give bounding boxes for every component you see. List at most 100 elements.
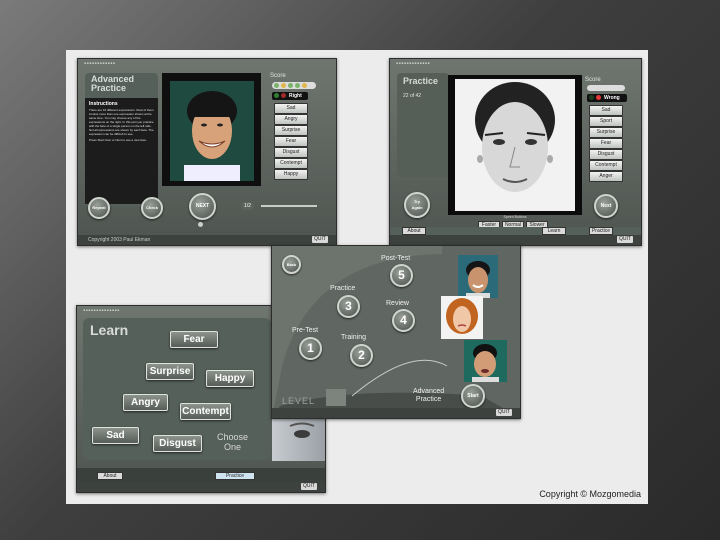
instructions-box: Instructions There are 16 different expr… [85,98,158,204]
level-label: LEVEL [282,396,316,406]
instructions-heading: Instructions [89,101,118,107]
practice-left-panel: Practice 22 of 42 [397,73,449,177]
training-step-button[interactable]: 2 [350,344,373,367]
face-image-man-2 [464,340,507,382]
status-copyright: Copyright 2003 Paul Ekman [88,237,151,243]
quit-button[interactable]: QUIT [617,236,633,243]
training-label: Training [341,334,367,341]
face-image-smiling-man [162,73,261,186]
emotion-option-surprise[interactable]: Surprise [589,127,623,138]
instructions-panel: Advanced Practice Instructions There are… [85,73,158,207]
practice-window: ▪▪▪▪▪▪▪▪▪▪▪▪▪ Practice 22 of 42 Score Wr… [389,58,642,246]
practice-title: Practice [403,76,439,86]
back-button[interactable]: Back [282,255,301,274]
window-status-bar: Copyright 2003 Paul Ekman QUIT [78,235,336,245]
quit-button[interactable]: QUIT [312,236,328,243]
practice-step-button[interactable]: 3 [337,295,360,318]
instructions-text: There are 16 different expressions. Most… [89,108,154,136]
emotion-option-angry[interactable]: Angry [274,114,308,125]
speed-buttons-label: Speed Buttons [503,215,527,219]
window-titlebar: ▪▪▪▪▪▪▪▪▪▪▪▪▪ [396,61,431,67]
choose-one-label: Choose One [217,432,249,452]
posttest-label: Post-Test [381,255,411,262]
sad-button[interactable]: Sad [92,427,139,444]
window-titlebar: ▪▪▪▪▪▪▪▪▪▪▪▪ [84,61,116,67]
try-again-button[interactable]: Try Again [404,192,430,218]
result-badge: Right [272,92,308,100]
next-button[interactable]: NEXT [189,193,216,220]
emotion-option-contempt[interactable]: Contempt [274,158,308,169]
speed-value: 1/2 [241,202,254,210]
right-indicator-icon [589,95,594,100]
emotion-option-contempt[interactable]: Contempt [589,160,623,171]
window-status-bar: QUIT [272,408,520,418]
main-menu-window: Back Pre-Test 1 Practice 3 Training 2 Re… [271,245,521,419]
next-button[interactable]: Next [594,194,618,218]
speed-slider-track[interactable] [261,205,317,207]
result-text: Wrong [604,95,620,101]
right-indicator-icon [274,93,279,98]
speed-control[interactable]: 1/2 [241,201,321,211]
face-image-woman-redhead [441,296,483,339]
emotion-option-happy[interactable]: Happy [274,169,308,180]
tab-practice[interactable]: Practice [215,472,255,480]
tab-about[interactable]: About [97,472,123,480]
score-panel: Score Wrong Sad Sport Surprise Fear Disgust C… [585,77,639,197]
instructions-text-2: Press Start Over or Next to see a new fa… [89,138,147,142]
happy-button[interactable]: Happy [206,370,254,387]
surprise-button[interactable]: Surprise [146,363,194,380]
score-label: Score [270,73,286,79]
quit-button[interactable]: QUIT [496,409,512,416]
learn-tab-bar: About Practice [77,468,325,482]
slide-copyright: Copyright © Mozgomedia [539,489,641,499]
wrong-indicator-icon [596,95,601,100]
fear-button[interactable]: Fear [170,331,218,348]
posttest-step-button[interactable]: 5 [390,264,413,287]
practice-tab-bar: About Learn Practice [390,227,641,235]
level-indicator: LEVEL [282,389,347,406]
window-status-bar: QUIT [77,482,325,492]
tab-learn[interactable]: Learn [542,227,566,235]
result-text: Right [289,93,302,99]
advanced-title-line2: Practice [91,83,127,93]
emotion-option-disgust[interactable]: Disgust [589,149,623,160]
emotion-option-disgust[interactable]: Disgust [274,147,308,158]
wrong-indicator-icon [281,93,286,98]
emotion-option-sad[interactable]: Sad [274,103,308,114]
emotion-option-fear[interactable]: Fear [589,138,623,149]
emotion-option-sad[interactable]: Sad [589,105,623,116]
repeat-button[interactable]: Repeat [88,197,110,219]
score-panel: Score Right Sad Angry Surprise Fear Disgust C… [270,73,330,193]
angry-button[interactable]: Angry [123,394,168,411]
emotion-option-sport[interactable]: Sport [589,116,623,127]
window-status-bar: QUIT [390,235,641,245]
tab-about[interactable]: About [402,227,426,235]
learn-title: Learn [90,322,129,338]
score-meter [587,85,625,91]
slide-background: ▪▪▪▪▪▪▪▪▪▪▪▪ Advanced Practice Instructi… [66,50,648,504]
contempt-button[interactable]: Contempt [180,403,231,420]
start-button[interactable]: Start [461,384,485,408]
practice-label: Practice [330,285,356,292]
disgust-button[interactable]: Disgust [153,435,202,452]
advanced-title: Advanced Practice [91,75,134,93]
quit-button[interactable]: QUIT [301,483,317,490]
pretest-step-button[interactable]: 1 [299,337,322,360]
emotion-option-fear[interactable]: Fear [274,136,308,147]
emotion-option-surprise[interactable]: Surprise [274,125,308,136]
review-label: Review [386,300,409,307]
advanced-practice-label: Advanced Practice [413,388,445,403]
score-meter [272,82,316,89]
practice-counter: 22 of 42 [403,93,422,99]
emotion-option-anger[interactable]: Anger [589,171,623,182]
score-label: Score [585,77,601,83]
tab-practice[interactable]: Practice [589,227,613,235]
check-button[interactable]: Check [141,197,163,219]
review-step-button[interactable]: 4 [392,309,415,332]
face-image-man-1 [458,255,498,298]
result-badge: Wrong [587,94,627,102]
pretest-label: Pre-Test [292,327,319,334]
advanced-practice-window: ▪▪▪▪▪▪▪▪▪▪▪▪ Advanced Practice Instructi… [77,58,337,246]
level-box [326,389,346,406]
face-image-woman [448,75,582,215]
